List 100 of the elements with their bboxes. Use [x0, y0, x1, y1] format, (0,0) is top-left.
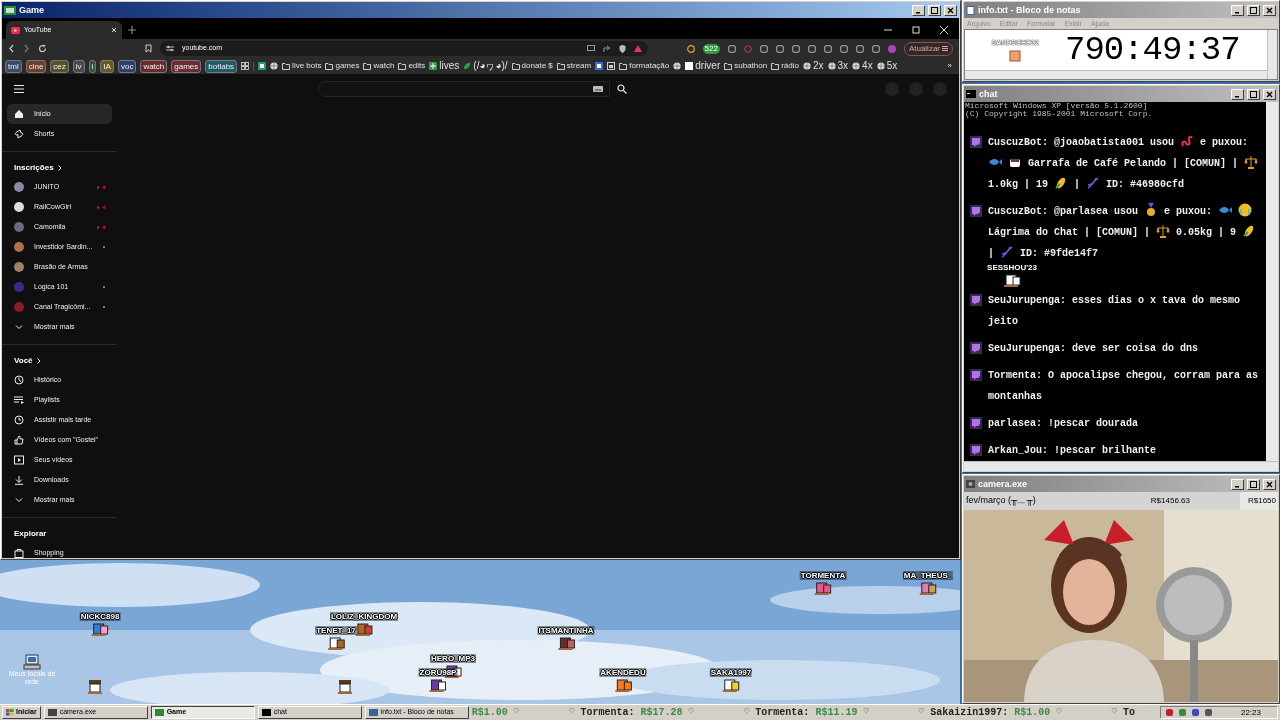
dna-icon — [1086, 176, 1101, 190]
more-bookmarks-button[interactable]: » — [943, 62, 956, 70]
network-computer-icon — [23, 654, 41, 670]
bookmark-link[interactable]: (/◕ヮ◕)/ — [463, 61, 508, 71]
bookmark-link[interactable]: 5x — [876, 61, 898, 71]
chat-message: Arkan_Jou: !pescar brilhante — [988, 444, 1158, 458]
console-text: Microsoft Windows XP [versão 5.1.2600] — [964, 102, 1148, 110]
play-box-icon — [14, 455, 24, 465]
ticker-text: Sakaizin1997: — [930, 706, 1009, 720]
sheets-icon[interactable] — [258, 62, 267, 70]
chat-badge-icon — [970, 205, 982, 217]
maximize-button[interactable] — [928, 4, 941, 16]
bookmark-link[interactable]: 4x — [852, 61, 873, 71]
close-button[interactable] — [1263, 88, 1276, 100]
bookmark-tag[interactable]: games — [171, 59, 202, 73]
bookmark-link[interactable]: rádio — [771, 60, 799, 72]
bookmark-link[interactable]: live bots — [282, 60, 322, 72]
close-button[interactable] — [1263, 4, 1276, 16]
character-sprite — [86, 678, 104, 696]
console-text: (C) Copyright 1985-2001 Microsoft Corp. — [964, 110, 1154, 118]
share-icon[interactable] — [603, 44, 611, 53]
bookmark-tag[interactable]: watch — [140, 59, 168, 73]
minimize-button[interactable] — [1231, 4, 1244, 16]
bookmark-tag[interactable]: IA — [100, 59, 114, 73]
bookmark-tag[interactable]: cez — [50, 59, 69, 73]
chat-badge-icon — [970, 136, 982, 148]
bookmark-tag[interactable]: botlabs — [205, 59, 238, 73]
bookmark-tag[interactable]: cine — [25, 59, 47, 73]
vertical-scrollbar[interactable] — [1266, 102, 1278, 461]
shorts-icon — [14, 129, 24, 139]
history-icon — [14, 375, 24, 385]
new-tab-icon[interactable] — [128, 26, 136, 34]
bookmark-link[interactable]: watch — [363, 60, 395, 72]
forward-icon[interactable] — [23, 44, 30, 53]
goal-amount: R$1456.63 — [1150, 495, 1190, 507]
vertical-scrollbar[interactable] — [1267, 30, 1277, 79]
bookmark-link[interactable]: stream — [556, 60, 592, 72]
bookmark-tag[interactable]: i — [88, 59, 97, 73]
folder-icon — [556, 62, 565, 70]
close-button[interactable] — [1263, 478, 1276, 490]
extension-badge[interactable]: 522 — [702, 43, 720, 54]
document-icon[interactable] — [595, 62, 604, 70]
bookmark-link[interactable]: 2x — [802, 61, 824, 71]
extension-icon[interactable] — [727, 44, 736, 53]
bookmark-link[interactable]: subathon — [724, 60, 768, 72]
bookmark-tag[interactable]: lv — [72, 59, 85, 73]
globe-icon — [827, 62, 836, 70]
globe-icon — [852, 62, 861, 70]
chat-badge-icon — [970, 342, 982, 354]
section-heading-link[interactable]: Inscrições — [7, 159, 112, 177]
close-icon — [1266, 480, 1273, 488]
home-icon — [14, 109, 24, 119]
folder-icon — [511, 62, 520, 70]
bookmark-tag[interactable]: tml — [5, 59, 22, 73]
folder-icon — [282, 62, 291, 70]
horizontal-scrollbar[interactable] — [965, 70, 1267, 79]
bookmark-link[interactable]: donate $ — [511, 60, 553, 72]
minimize-button[interactable] — [912, 4, 925, 16]
reload-icon[interactable] — [38, 44, 47, 53]
profile-avatar-icon[interactable] — [887, 44, 896, 53]
globe-icon[interactable] — [270, 62, 279, 70]
folder-icon — [325, 62, 334, 70]
triangle-icon[interactable] — [634, 45, 642, 52]
bookmark-link[interactable]: driver — [685, 61, 721, 71]
bookmark-link[interactable]: formatação — [619, 60, 670, 72]
bookmark-link[interactable]: lives — [429, 61, 460, 71]
player-name: HERO_MP3 — [430, 654, 476, 663]
close-button[interactable] — [944, 4, 957, 16]
horizontal-scrollbar[interactable] — [964, 461, 1278, 471]
apps-grid-icon[interactable] — [241, 62, 250, 70]
player-name: ITSMANTINHA — [537, 626, 595, 635]
player-name: MA_THEUS_ — [902, 571, 954, 580]
page-icon[interactable] — [607, 62, 616, 70]
restore-icon[interactable] — [911, 25, 921, 35]
back-icon[interactable] — [8, 44, 15, 53]
maximize-button[interactable] — [1247, 4, 1260, 16]
character-sprite — [1003, 274, 1021, 288]
maximize-button[interactable] — [1247, 88, 1260, 100]
youtube-logo-icon — [11, 26, 20, 34]
maximize-button[interactable] — [1247, 478, 1260, 490]
bookmark-link[interactable]: edits — [398, 60, 426, 72]
section-heading-link[interactable]: Explorar — [7, 525, 112, 543]
player-name: SESSHOU'23 — [986, 263, 1038, 272]
globe-icon[interactable] — [673, 62, 682, 70]
search-field[interactable] — [318, 81, 610, 97]
bookmark-link[interactable]: 3x — [827, 61, 849, 71]
minimize-button[interactable] — [1231, 88, 1244, 100]
menu-icon[interactable] — [14, 85, 24, 93]
bookmark-link[interactable]: games — [325, 60, 360, 72]
character-sprite — [327, 637, 345, 651]
close-icon[interactable] — [939, 25, 949, 35]
section-heading-link[interactable]: Você — [7, 352, 112, 370]
close-tab-icon[interactable] — [111, 27, 117, 33]
window-title: camera.exe — [978, 479, 1028, 489]
player-name: TENET_17 — [315, 626, 357, 635]
close-icon — [947, 6, 954, 14]
bookmark-tag[interactable]: voc — [117, 59, 137, 73]
minimize-button[interactable] — [1231, 478, 1244, 490]
scale-icon — [1156, 224, 1171, 238]
bookmark-icon[interactable] — [145, 44, 152, 53]
